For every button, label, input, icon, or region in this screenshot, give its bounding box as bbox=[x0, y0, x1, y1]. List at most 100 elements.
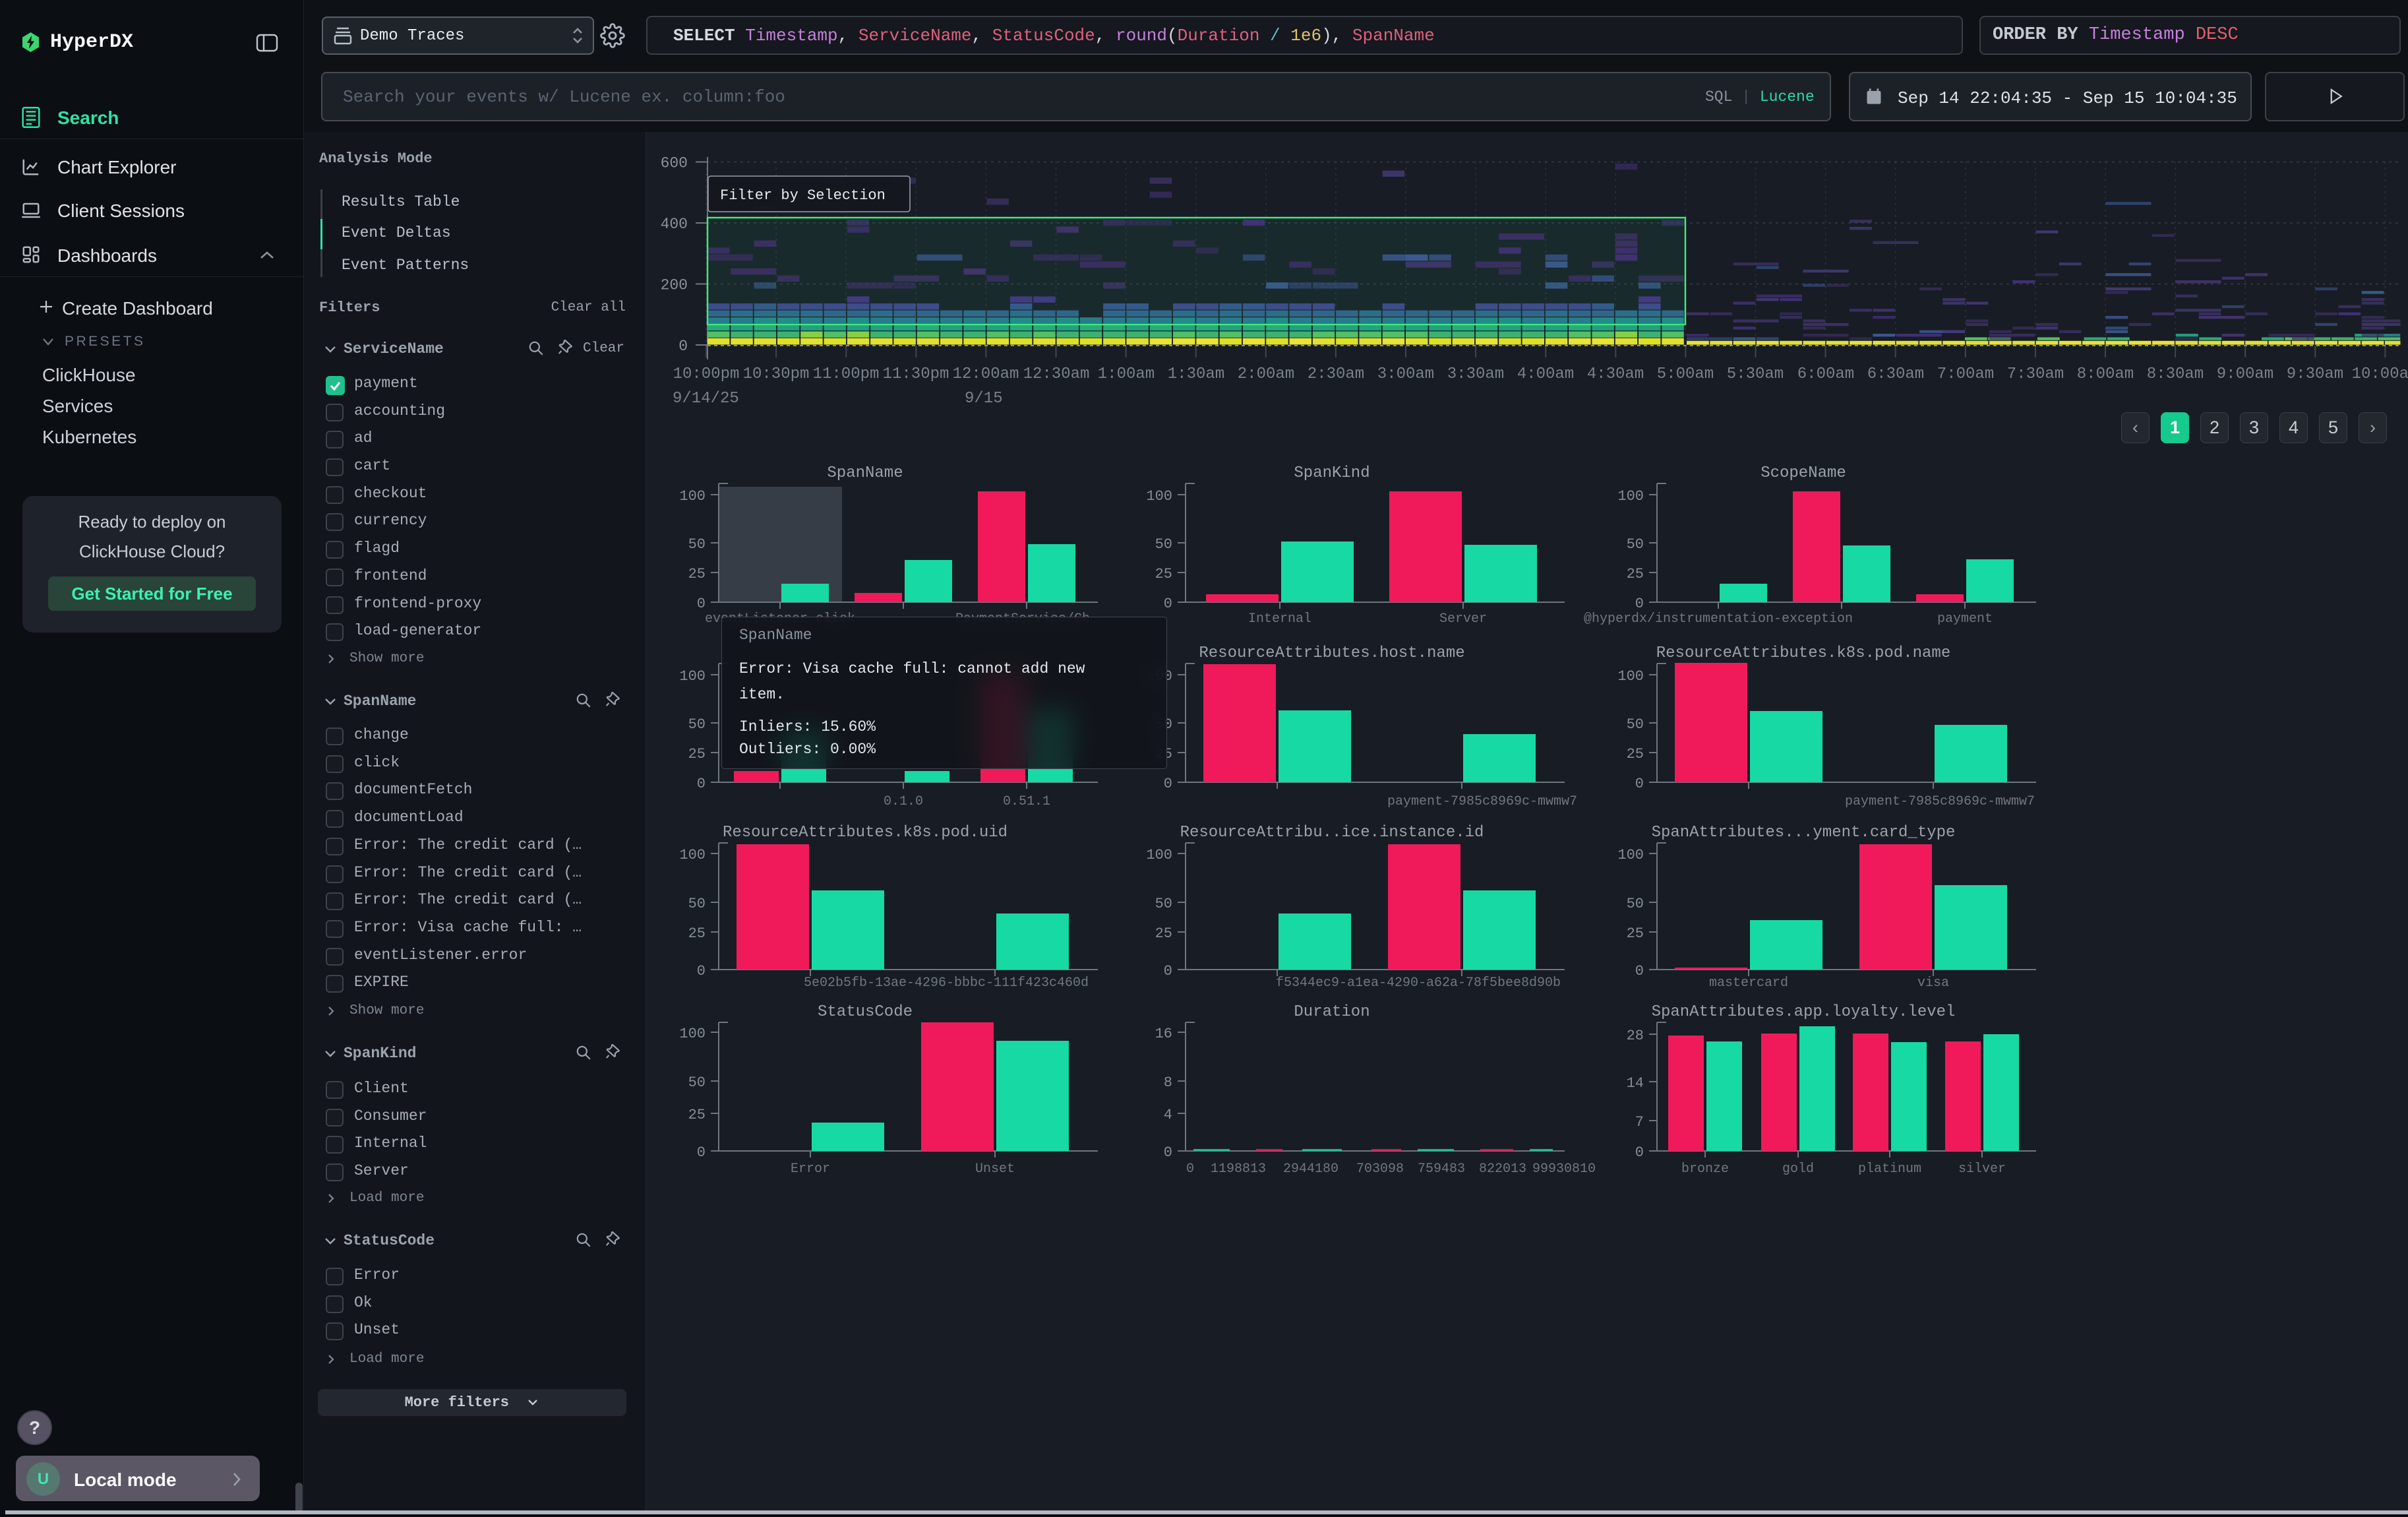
svg-text:100: 100 bbox=[1617, 488, 1644, 505]
svg-text:600: 600 bbox=[661, 155, 688, 172]
svg-text:Internal: Internal bbox=[1248, 611, 1311, 627]
svg-text:visa: visa bbox=[1917, 975, 1949, 991]
svg-text:11:30pm: 11:30pm bbox=[883, 365, 949, 383]
svg-text:4:00am: 4:00am bbox=[1517, 365, 1574, 383]
svg-text:9/14/25: 9/14/25 bbox=[673, 390, 739, 408]
svg-text:822013: 822013 bbox=[1479, 1161, 1526, 1177]
svg-text:100: 100 bbox=[1146, 488, 1172, 505]
svg-text:payment: payment bbox=[1937, 611, 1993, 627]
svg-text:50: 50 bbox=[688, 1074, 706, 1091]
svg-text:payment-7985c8969c-mwmw7: payment-7985c8969c-mwmw7 bbox=[1387, 794, 1577, 809]
svg-text:ResourceAttributes.k8s.pod.nam: ResourceAttributes.k8s.pod.name bbox=[1656, 644, 1950, 662]
svg-text:10:00am: 10:00am bbox=[2352, 365, 2408, 383]
svg-text:Server: Server bbox=[1439, 611, 1487, 627]
svg-text:50: 50 bbox=[1627, 896, 1644, 912]
svg-text:25: 25 bbox=[1155, 925, 1172, 942]
svg-text:1198813: 1198813 bbox=[1211, 1161, 1266, 1177]
svg-text:7: 7 bbox=[1635, 1114, 1644, 1130]
svg-text:7:30am: 7:30am bbox=[2007, 365, 2064, 383]
svg-text:10:30pm: 10:30pm bbox=[743, 365, 810, 383]
svg-text:3:30am: 3:30am bbox=[1447, 365, 1504, 383]
svg-text:25: 25 bbox=[1627, 746, 1644, 762]
svg-text:@hyperdx/instrumentation-excep: @hyperdx/instrumentation-exception bbox=[1584, 611, 1853, 627]
svg-text:3:00am: 3:00am bbox=[1377, 365, 1434, 383]
svg-text:2944180: 2944180 bbox=[1283, 1161, 1339, 1177]
svg-text:703098: 703098 bbox=[1356, 1161, 1404, 1177]
svg-text:25: 25 bbox=[1627, 566, 1644, 582]
svg-text:0: 0 bbox=[697, 776, 706, 792]
svg-text:Duration: Duration bbox=[1294, 1003, 1370, 1021]
svg-text:11:00pm: 11:00pm bbox=[813, 365, 880, 383]
svg-text:0: 0 bbox=[1164, 1144, 1172, 1161]
svg-text:9:00am: 9:00am bbox=[2217, 365, 2273, 383]
svg-text:0: 0 bbox=[1164, 776, 1172, 792]
svg-text:28: 28 bbox=[1627, 1028, 1644, 1044]
svg-text:5e02b5fb-13ae-4296-bbbc-111f42: 5e02b5fb-13ae-4296-bbbc-111f423c460d bbox=[804, 975, 1089, 991]
svg-text:50: 50 bbox=[1627, 716, 1644, 733]
svg-text:bronze: bronze bbox=[1681, 1161, 1729, 1177]
svg-text:2:30am: 2:30am bbox=[1308, 365, 1364, 383]
svg-text:Error: Error bbox=[791, 1161, 830, 1177]
svg-text:16: 16 bbox=[1155, 1026, 1172, 1042]
svg-text:100: 100 bbox=[679, 668, 706, 685]
svg-text:9/15: 9/15 bbox=[965, 390, 1003, 408]
svg-text:0: 0 bbox=[697, 963, 706, 979]
svg-text:50: 50 bbox=[688, 536, 706, 553]
svg-text:9:30am: 9:30am bbox=[2287, 365, 2343, 383]
svg-text:ResourceAttributes.k8s.pod.uid: ResourceAttributes.k8s.pod.uid bbox=[723, 824, 1008, 842]
svg-text:5:00am: 5:00am bbox=[1657, 365, 1714, 383]
svg-text:StatusCode: StatusCode bbox=[818, 1003, 913, 1021]
svg-text:0: 0 bbox=[1635, 776, 1644, 792]
svg-text:100: 100 bbox=[1617, 668, 1644, 685]
svg-text:0: 0 bbox=[697, 1144, 706, 1161]
svg-text:ScopeName: ScopeName bbox=[1761, 464, 1846, 482]
svg-text:12:00am: 12:00am bbox=[953, 365, 1019, 383]
svg-text:0: 0 bbox=[1635, 596, 1644, 612]
svg-text:25: 25 bbox=[1627, 925, 1644, 942]
svg-text:5:30am: 5:30am bbox=[1727, 365, 1784, 383]
svg-text:12:30am: 12:30am bbox=[1023, 365, 1090, 383]
svg-text:100: 100 bbox=[1617, 847, 1644, 863]
svg-text:platinum: platinum bbox=[1858, 1161, 1921, 1177]
svg-text:50: 50 bbox=[1627, 536, 1644, 553]
svg-text:100: 100 bbox=[679, 1026, 706, 1042]
svg-text:0.51.1: 0.51.1 bbox=[1003, 794, 1050, 809]
svg-text:100: 100 bbox=[679, 488, 706, 505]
svg-text:10:00pm: 10:00pm bbox=[673, 365, 740, 383]
svg-text:1:00am: 1:00am bbox=[1098, 365, 1155, 383]
svg-text:8:00am: 8:00am bbox=[2077, 365, 2134, 383]
svg-text:payment-7985c8969c-mwmw7: payment-7985c8969c-mwmw7 bbox=[1845, 794, 2035, 809]
svg-text:SpanKind: SpanKind bbox=[1294, 464, 1370, 482]
svg-text:f5344ec9-a1ea-4290-a62a-78f5be: f5344ec9-a1ea-4290-a62a-78f5bee8d90b bbox=[1276, 975, 1561, 991]
svg-text:50: 50 bbox=[1155, 896, 1172, 912]
svg-text:8: 8 bbox=[1164, 1074, 1172, 1091]
svg-text:400: 400 bbox=[661, 216, 688, 233]
svg-text:0.1.0: 0.1.0 bbox=[884, 794, 923, 809]
svg-text:gold: gold bbox=[1782, 1161, 1814, 1177]
svg-text:1:30am: 1:30am bbox=[1168, 365, 1224, 383]
svg-text:SpanAttributes.app.loyalty.lev: SpanAttributes.app.loyalty.level bbox=[1652, 1003, 1956, 1021]
svg-text:25: 25 bbox=[688, 925, 706, 942]
svg-text:Unset: Unset bbox=[975, 1161, 1015, 1177]
svg-text:0: 0 bbox=[697, 596, 706, 612]
svg-text:mastercard: mastercard bbox=[1709, 975, 1788, 991]
svg-text:759483: 759483 bbox=[1418, 1161, 1465, 1177]
svg-text:100: 100 bbox=[679, 847, 706, 863]
svg-text:4: 4 bbox=[1164, 1107, 1172, 1123]
svg-text:14: 14 bbox=[1627, 1075, 1644, 1092]
svg-text:25: 25 bbox=[688, 1107, 706, 1123]
svg-text:6:30am: 6:30am bbox=[1867, 365, 1924, 383]
svg-text:8:30am: 8:30am bbox=[2147, 365, 2204, 383]
svg-text:50: 50 bbox=[1155, 536, 1172, 553]
svg-text:0: 0 bbox=[1186, 1161, 1194, 1177]
svg-text:50: 50 bbox=[688, 896, 706, 912]
svg-text:ResourceAttribu..ice.instance.: ResourceAttribu..ice.instance.id bbox=[1180, 824, 1484, 842]
svg-text:SpanName: SpanName bbox=[827, 464, 903, 482]
svg-text:99930810: 99930810 bbox=[1532, 1161, 1596, 1177]
svg-text:200: 200 bbox=[661, 277, 688, 294]
svg-text:6:00am: 6:00am bbox=[1797, 365, 1854, 383]
svg-text:0: 0 bbox=[1635, 1144, 1644, 1161]
svg-text:Filter by Selection: Filter by Selection bbox=[720, 187, 886, 204]
svg-text:25: 25 bbox=[688, 746, 706, 762]
svg-text:0: 0 bbox=[1635, 963, 1644, 979]
